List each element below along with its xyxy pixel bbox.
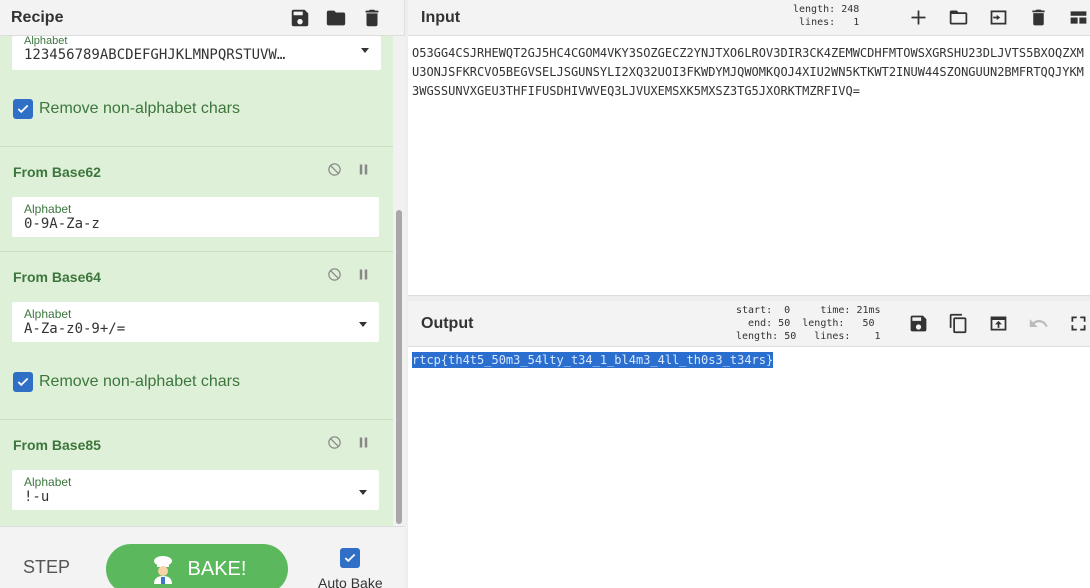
open-folder-icon[interactable]: [945, 4, 971, 30]
input-textarea[interactable]: O53GG4CSJRHEWQT2GJ5HC4CGOM4VKY3SOZGECZ2Y…: [412, 44, 1088, 101]
checkbox-label: Remove non-alphabet chars: [39, 373, 241, 390]
alphabet-value: 123456789ABCDEFGHJKLMNPQRSTUVW…: [24, 47, 286, 63]
disable-icon[interactable]: [327, 162, 342, 182]
undo-icon[interactable]: [1025, 310, 1051, 336]
app-window: Recipe Alphabet 123456789ABCDEFGHJKLMNPQ…: [0, 0, 1090, 588]
trash-icon[interactable]: [1025, 4, 1051, 30]
input-pane: Input length: 248 lines: 1 O53GG4CSJRHEW…: [408, 0, 1090, 295]
output-title: Output: [421, 314, 474, 332]
pause-icon[interactable]: [356, 435, 371, 455]
lines-value: 1: [874, 331, 881, 342]
autobake-label: Auto Bake: [318, 575, 383, 588]
op-title: From Base64: [13, 269, 101, 285]
scrollbar-thumb[interactable]: [396, 210, 402, 524]
pause-icon[interactable]: [356, 267, 371, 287]
op-from-base85: From Base85 Alphabet !-u: [0, 420, 393, 526]
fullscreen-icon[interactable]: [1065, 310, 1090, 336]
end-label: end:: [748, 318, 773, 329]
checkbox-checked-icon: [344, 553, 356, 563]
start-value: 0: [784, 305, 791, 316]
save-icon[interactable]: [287, 5, 313, 31]
output-pane: Output start: 0 time: 21ms end: 50 lengt…: [408, 301, 1090, 588]
chevron-down-icon[interactable]: [359, 490, 367, 495]
length-value: 50: [862, 318, 875, 329]
checkbox-checked-icon[interactable]: [13, 99, 33, 119]
folder-icon[interactable]: [323, 5, 349, 31]
recipe-list: Alphabet 123456789ABCDEFGHJKLMNPQRSTUVW……: [0, 36, 393, 526]
op-title: From Base62: [13, 164, 101, 180]
step-button[interactable]: STEP: [23, 557, 70, 578]
chevron-down-icon[interactable]: [361, 48, 369, 53]
add-icon[interactable]: [905, 4, 931, 30]
output-textarea[interactable]: rtcp{th4t5_50m3_54lty_t34_1_bl4m3_4ll_th…: [412, 352, 774, 368]
op-from-base58: Alphabet 123456789ABCDEFGHJKLMNPQRSTUVW……: [0, 36, 393, 147]
lines-label: lines:: [814, 331, 851, 342]
disable-icon[interactable]: [327, 435, 342, 455]
lines-value: 1: [853, 17, 860, 28]
copy-icon[interactable]: [945, 310, 971, 336]
input-stats: length: 248 lines: 1: [793, 3, 859, 29]
alphabet-value: 0-9A-Za-z: [24, 216, 100, 232]
alphabet-label: Alphabet: [24, 202, 72, 216]
replace-input-icon[interactable]: [985, 310, 1011, 336]
autobake-checkbox[interactable]: [340, 548, 360, 568]
selection-length-value: 50: [784, 331, 797, 342]
alphabet-field[interactable]: Alphabet 123456789ABCDEFGHJKLMNPQRSTUVW…: [12, 36, 381, 70]
remove-non-alphabet-checkbox[interactable]: Remove non-alphabet chars: [13, 372, 240, 392]
save-icon[interactable]: [905, 310, 931, 336]
alphabet-value: !-u: [24, 489, 50, 505]
recipe-scrollbar[interactable]: [393, 36, 405, 526]
input-title: Input: [421, 8, 461, 26]
alphabet-field[interactable]: Alphabet A-Za-z0-9+/=: [12, 302, 379, 342]
layout-icon[interactable]: [1065, 4, 1090, 30]
chef-icon: [153, 556, 172, 584]
recipe-pane: Recipe Alphabet 123456789ABCDEFGHJKLMNPQ…: [0, 0, 405, 588]
recipe-controls: STEP BAKE! Auto Bake: [0, 526, 405, 588]
alphabet-field[interactable]: Alphabet 0-9A-Za-z: [12, 197, 379, 237]
recipe-title: Recipe: [11, 8, 64, 26]
time-value: 21ms: [856, 305, 881, 316]
alphabet-label: Alphabet: [24, 36, 68, 47]
start-label: start:: [736, 305, 773, 316]
chevron-down-icon[interactable]: [359, 322, 367, 327]
length-label: length:: [793, 4, 836, 15]
pause-icon[interactable]: [356, 162, 371, 182]
bake-button[interactable]: BAKE!: [106, 544, 288, 588]
end-value: 50: [778, 318, 791, 329]
remove-non-alphabet-checkbox[interactable]: Remove non-alphabet chars: [13, 99, 240, 119]
time-label: time:: [820, 305, 851, 316]
alphabet-label: Alphabet: [24, 307, 72, 321]
op-from-base64: From Base64 Alphabet A-Za-z0-9+/= Remove…: [0, 252, 393, 420]
length-value: 248: [841, 4, 860, 15]
alphabet-field[interactable]: Alphabet !-u: [12, 470, 379, 510]
alphabet-value: A-Za-z0-9+/=: [24, 321, 126, 337]
bake-label: BAKE!: [187, 557, 247, 580]
selection-length-label: length:: [736, 331, 779, 342]
output-stats: start: 0 time: 21ms end: 50 length: 50 l…: [736, 304, 881, 343]
checkbox-checked-icon[interactable]: [13, 372, 33, 392]
trash-icon[interactable]: [359, 5, 385, 31]
length-label: length:: [802, 318, 845, 329]
checkbox-label: Remove non-alphabet chars: [39, 100, 241, 117]
disable-icon[interactable]: [327, 267, 342, 287]
input-file-icon[interactable]: [985, 4, 1011, 30]
op-from-base62: From Base62 Alphabet 0-9A-Za-z: [0, 147, 393, 252]
alphabet-label: Alphabet: [24, 475, 72, 489]
recipe-header: Recipe: [0, 0, 404, 36]
lines-label: lines:: [799, 17, 836, 28]
output-selected-text[interactable]: rtcp{th4t5_50m3_54lty_t34_1_bl4m3_4ll_th…: [412, 352, 774, 368]
op-title: From Base85: [13, 437, 101, 453]
